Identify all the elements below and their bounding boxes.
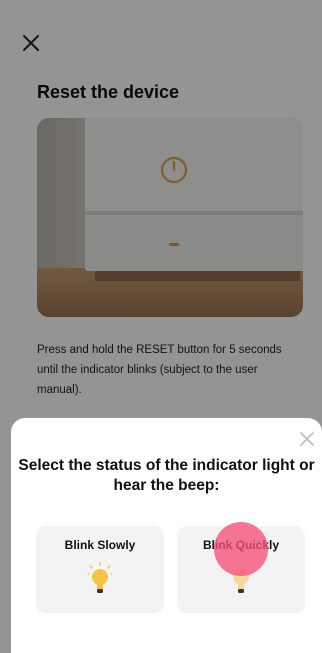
- indicator-status-sheet: Select the status of the indicator light…: [11, 418, 322, 653]
- touch-indicator: [214, 522, 268, 576]
- lightbulb-glowing-icon: [88, 562, 112, 593]
- sheet-title: Select the status of the indicator light…: [18, 457, 315, 494]
- option-label: Blink Slowly: [64, 538, 136, 552]
- close-icon[interactable]: [298, 430, 316, 448]
- blink-slowly-option[interactable]: Blink Slowly: [36, 526, 164, 613]
